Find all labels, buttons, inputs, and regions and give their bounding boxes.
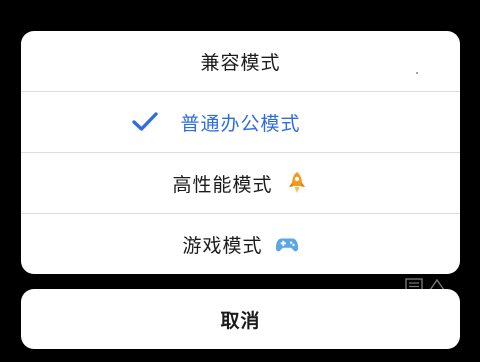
option-label: 高性能模式: [172, 173, 273, 196]
rocket-icon: [285, 171, 309, 195]
option-game-mode[interactable]: 游戏模式: [21, 214, 460, 274]
option-label: 游戏模式: [182, 235, 263, 257]
option-label: 普通办公模式: [180, 112, 301, 135]
gamepad-icon: [275, 233, 299, 257]
option-high-performance-mode[interactable]: 高性能模式: [21, 153, 460, 214]
mode-picker-screen: 兼容模式 普通办公模式 高性能模式 游戏模式 取消: [0, 0, 480, 362]
checkmark-icon: [131, 110, 159, 134]
option-normal-office-mode[interactable]: 普通办公模式: [21, 92, 460, 153]
option-compatibility-mode[interactable]: 兼容模式: [21, 31, 460, 92]
speck: [416, 72, 418, 74]
background-overlap-icon: [404, 276, 450, 291]
cancel-button[interactable]: 取消: [21, 289, 460, 349]
mode-options-sheet: 兼容模式 普通办公模式 高性能模式 游戏模式: [21, 31, 460, 274]
option-label: 兼容模式: [200, 51, 281, 74]
